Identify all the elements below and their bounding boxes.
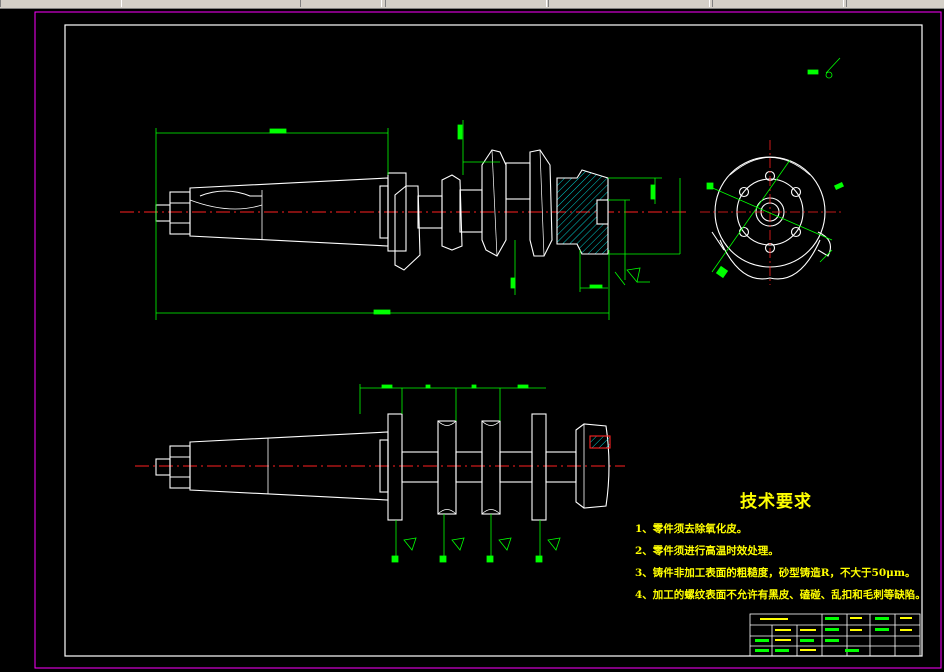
web-4 (531, 413, 547, 521)
technical-requirement-item: 2、零件须进行高温时效处理。 (635, 545, 779, 557)
bottom-dimensions (359, 384, 561, 563)
technical-requirement-item: 3、铸件非加工表面的粗糙度，砂型铸造R，不大于50μm。 (635, 567, 916, 579)
toolbar-button[interactable] (548, 0, 710, 7)
web-2 (437, 420, 457, 515)
cad-toolbar (0, 0, 944, 9)
web-3 (481, 420, 501, 515)
toolbar-button[interactable] (385, 0, 547, 7)
technical-requirement-item: 1、零件须去除氧化皮。 (635, 523, 748, 535)
toolbar-button[interactable] (712, 0, 844, 7)
technical-requirement-item: 4、加工的螺纹表面不允许有黑皮、磕碰、乱扣和毛刺等缺陷。 (635, 589, 926, 601)
side-view (711, 156, 831, 280)
drawing-frame (64, 24, 923, 657)
top-view (120, 149, 690, 271)
crank-web (394, 185, 421, 271)
nut (155, 204, 171, 222)
toolbar-button[interactable] (846, 0, 944, 7)
toolbar-button[interactable] (0, 0, 122, 7)
drawing-canvas[interactable]: 技术要求 1、零件须去除氧化皮。 2、零件须进行高温时效处理。 3、铸件非加工表… (0, 9, 944, 672)
toolbar-button[interactable] (300, 0, 382, 7)
web-1 (387, 413, 403, 521)
bottom-view (135, 413, 625, 521)
technical-requirements-title: 技术要求 (740, 492, 812, 512)
side-view-centerlines (700, 140, 842, 285)
